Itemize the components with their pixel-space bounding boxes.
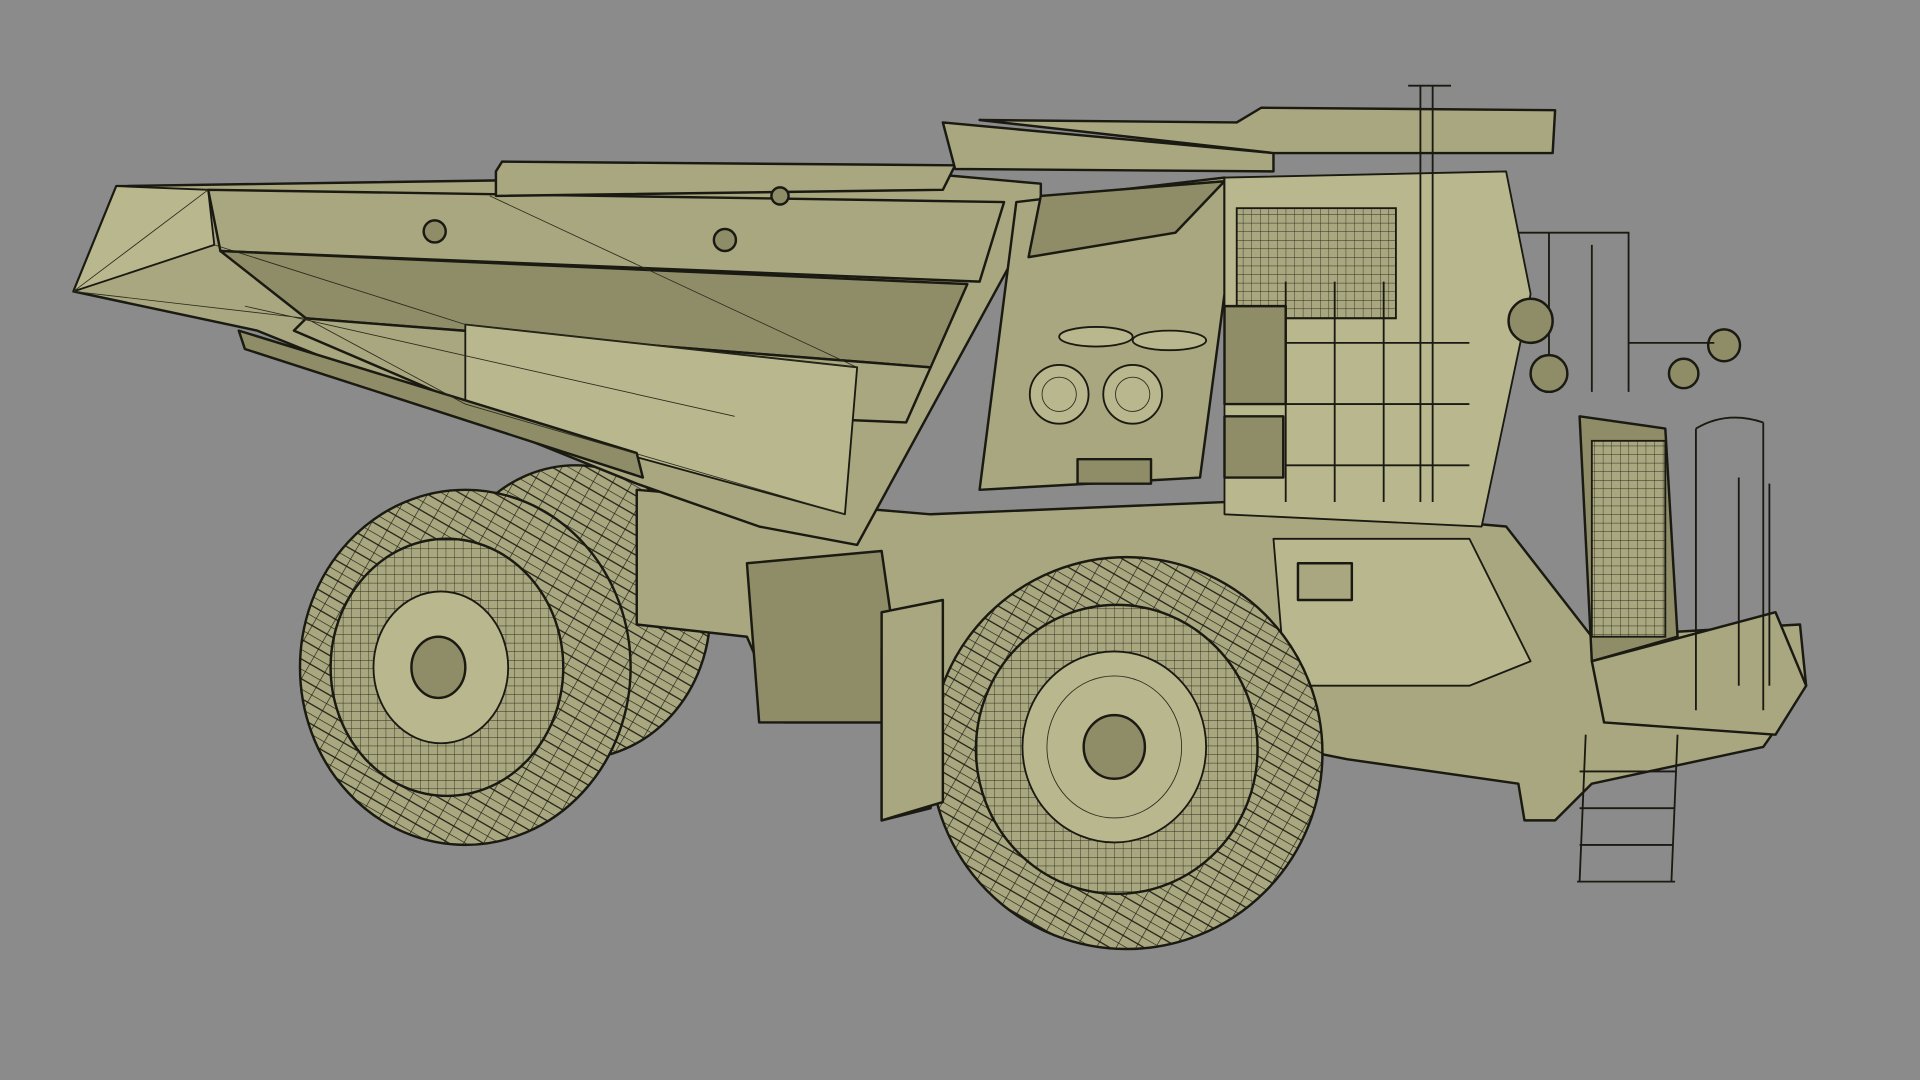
- truck-render: [72, 84, 1808, 951]
- mudflap: [880, 598, 945, 822]
- front-wheel: [929, 555, 1324, 951]
- rear-outer-wheel: [298, 488, 632, 847]
